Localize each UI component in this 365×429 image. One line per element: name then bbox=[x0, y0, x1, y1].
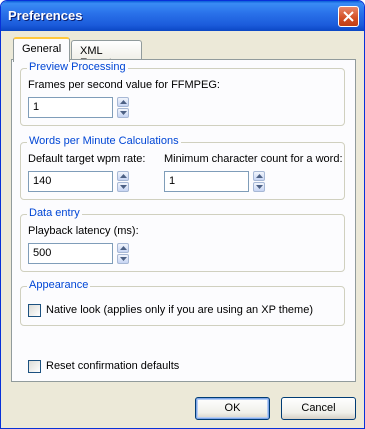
cancel-button-label: Cancel bbox=[301, 402, 336, 414]
min-char-input[interactable]: 1 bbox=[164, 171, 249, 192]
min-char-label: Minimum character count for a word: bbox=[164, 153, 343, 165]
target-wpm-input[interactable]: 140 bbox=[28, 171, 113, 192]
appearance-legend: Appearance bbox=[27, 279, 91, 291]
down-arrow-icon bbox=[120, 257, 127, 261]
ok-button[interactable]: OK bbox=[195, 397, 270, 420]
close-button[interactable] bbox=[338, 6, 359, 27]
fps-input[interactable]: 1 bbox=[28, 97, 113, 118]
reset-confirmation-label[interactable]: Reset confirmation defaults bbox=[46, 360, 179, 372]
data-entry-group: Data entry Playback latency (ms): 500 bbox=[20, 207, 345, 272]
latency-value: 500 bbox=[33, 247, 52, 259]
up-arrow-icon bbox=[120, 246, 127, 250]
appearance-group: Appearance Native look (applies only if … bbox=[20, 279, 345, 326]
data-entry-legend: Data entry bbox=[27, 207, 82, 219]
latency-up-button[interactable] bbox=[117, 243, 129, 253]
latency-down-button[interactable] bbox=[117, 254, 129, 264]
up-arrow-icon bbox=[120, 174, 127, 178]
target-wpm-value: 140 bbox=[33, 175, 52, 187]
target-wpm-up-button[interactable] bbox=[117, 171, 129, 181]
preview-processing-legend: Preview Processing bbox=[27, 61, 128, 73]
fps-spinner bbox=[117, 97, 129, 118]
min-char-up-button[interactable] bbox=[253, 171, 265, 181]
down-arrow-icon bbox=[256, 185, 263, 189]
down-arrow-icon bbox=[120, 111, 127, 115]
min-char-value: 1 bbox=[169, 175, 176, 187]
up-arrow-icon bbox=[256, 174, 263, 178]
target-wpm-down-button[interactable] bbox=[117, 182, 129, 192]
wpm-group: Words per Minute Calculations Default ta… bbox=[20, 135, 345, 200]
wpm-legend: Words per Minute Calculations bbox=[27, 135, 181, 147]
fps-up-button[interactable] bbox=[117, 97, 129, 107]
min-char-down-button[interactable] bbox=[253, 182, 265, 192]
tab-general-label: General bbox=[22, 43, 62, 55]
reset-confirmation-checkbox[interactable] bbox=[28, 360, 41, 373]
down-arrow-icon bbox=[120, 185, 127, 189]
general-tab-panel: Preview Processing Frames per second val… bbox=[11, 59, 356, 382]
latency-spinner bbox=[117, 243, 129, 264]
min-char-spinner bbox=[253, 171, 265, 192]
up-arrow-icon bbox=[120, 100, 127, 104]
target-wpm-label: Default target wpm rate: bbox=[28, 153, 146, 165]
ok-button-label: OK bbox=[224, 402, 241, 414]
window-title: Preferences bbox=[8, 8, 83, 23]
preferences-dialog: Preferences General XML Export Preview P… bbox=[0, 0, 365, 429]
fps-value: 1 bbox=[33, 101, 40, 113]
latency-label: Playback latency (ms): bbox=[28, 225, 139, 237]
target-wpm-spinner bbox=[117, 171, 129, 192]
close-icon bbox=[343, 11, 354, 22]
native-look-label[interactable]: Native look (applies only if you are usi… bbox=[46, 304, 313, 316]
preview-processing-group: Preview Processing Frames per second val… bbox=[20, 61, 345, 126]
fps-down-button[interactable] bbox=[117, 108, 129, 118]
native-look-checkbox[interactable] bbox=[28, 304, 41, 317]
fps-label: Frames per second value for FFMPEG: bbox=[28, 79, 220, 91]
cancel-button[interactable]: Cancel bbox=[281, 397, 356, 420]
tab-general[interactable]: General bbox=[13, 37, 71, 62]
latency-input[interactable]: 500 bbox=[28, 243, 113, 264]
title-bar[interactable]: Preferences bbox=[1, 1, 364, 31]
